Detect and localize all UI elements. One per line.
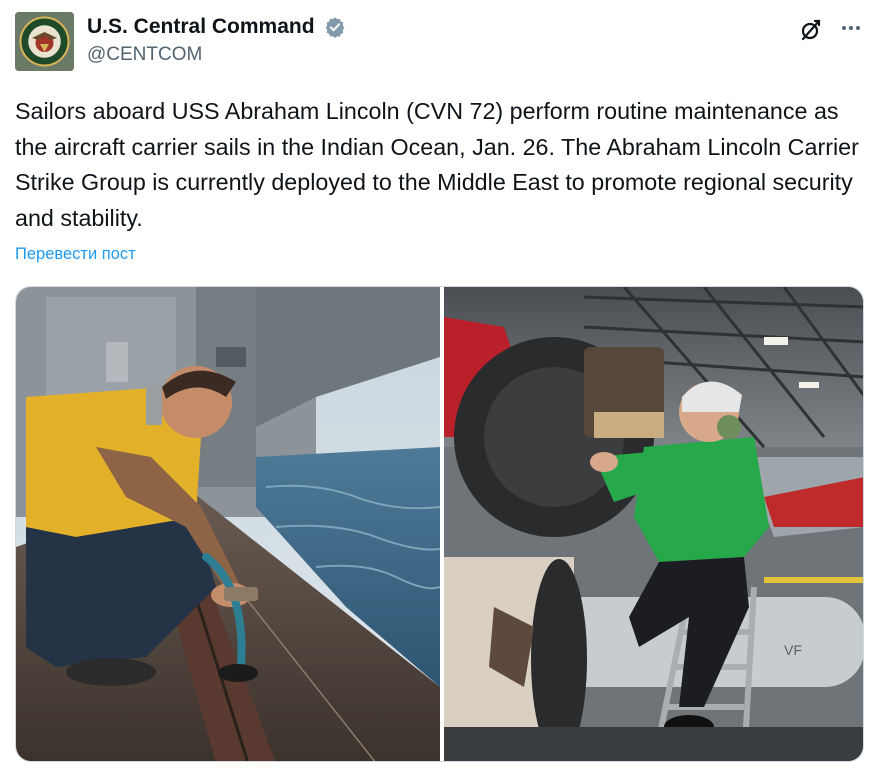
tweet-text: Sailors aboard USS Abraham Lincoln (CVN … xyxy=(15,98,859,232)
author-handle[interactable]: @CENTCOM xyxy=(87,42,346,68)
author-display-name[interactable]: U.S. Central Command xyxy=(87,14,315,40)
media-grid: VF xyxy=(15,286,864,762)
photo-sailor-hangar[interactable]: VF xyxy=(444,287,863,761)
verified-badge-icon xyxy=(324,16,346,38)
more-options-icon[interactable] xyxy=(839,16,863,40)
tweet-header: U.S. Central Command @CENTCOM xyxy=(15,12,860,72)
grok-icon[interactable] xyxy=(799,18,823,42)
centcom-seal-icon[interactable] xyxy=(15,12,74,71)
photo-sailor-deck[interactable] xyxy=(16,287,440,761)
jet-marking: VF xyxy=(784,642,802,658)
translate-post-link[interactable]: Перевести пост xyxy=(15,245,136,264)
author-names: U.S. Central Command @CENTCOM xyxy=(87,14,346,68)
